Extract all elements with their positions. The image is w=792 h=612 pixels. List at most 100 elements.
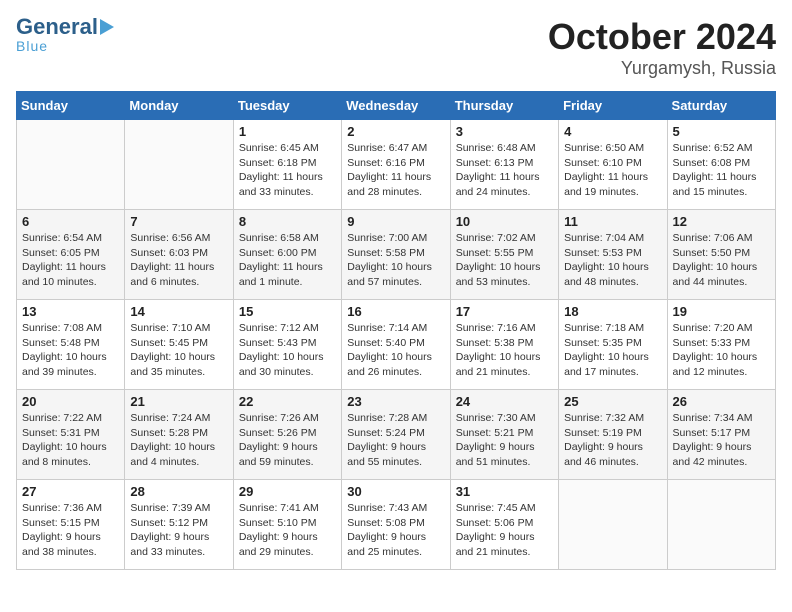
- logo-text-blue: Blue: [16, 38, 48, 54]
- logo-text-general: General: [16, 16, 98, 38]
- header-tuesday: Tuesday: [233, 92, 341, 120]
- page-header: General Blue October 2024 Yurgamysh, Rus…: [16, 16, 776, 79]
- table-row: 3Sunrise: 6:48 AM Sunset: 6:13 PM Daylig…: [450, 120, 558, 210]
- header-wednesday: Wednesday: [342, 92, 450, 120]
- day-detail: Sunrise: 7:00 AM Sunset: 5:58 PM Dayligh…: [347, 231, 444, 290]
- day-detail: Sunrise: 7:22 AM Sunset: 5:31 PM Dayligh…: [22, 411, 119, 470]
- day-number: 8: [239, 214, 336, 229]
- header-friday: Friday: [559, 92, 667, 120]
- table-row: 11Sunrise: 7:04 AM Sunset: 5:53 PM Dayli…: [559, 210, 667, 300]
- day-number: 18: [564, 304, 661, 319]
- table-row: 14 Sunrise: 7:10 AM Sunset: 5:45 PM Dayli…: [125, 300, 233, 390]
- day-number: 5: [673, 124, 770, 139]
- day-detail: Sunrise: 7:08 AM Sunset: 5:48 PM Dayligh…: [22, 321, 119, 380]
- logo: General Blue: [16, 16, 114, 54]
- day-detail: Sunrise: 6:54 AM Sunset: 6:05 PM Dayligh…: [22, 231, 119, 290]
- day-detail: Sunrise: 7:02 AM Sunset: 5:55 PM Dayligh…: [456, 231, 553, 290]
- day-detail: Sunrise: 6:52 AM Sunset: 6:08 PM Dayligh…: [673, 141, 770, 200]
- day-detail: Sunrise: 7:28 AM Sunset: 5:24 PM Dayligh…: [347, 411, 444, 470]
- day-detail: Sunrise: 7:30 AM Sunset: 5:21 PM Dayligh…: [456, 411, 553, 470]
- table-row: 5 Sunrise: 6:52 AM Sunset: 6:08 PM Daylig…: [667, 120, 775, 210]
- table-row: 4 Sunrise: 6:50 AM Sunset: 6:10 PM Daylig…: [559, 120, 667, 210]
- day-number: 16: [347, 304, 444, 319]
- day-detail: Sunrise: 7:36 AM Sunset: 5:15 PM Dayligh…: [22, 501, 119, 560]
- table-row: 27 Sunrise: 7:36 AM Sunset: 5:15 PM Dayli…: [17, 480, 125, 570]
- table-row: [125, 120, 233, 210]
- day-number: 23: [347, 394, 444, 409]
- header-saturday: Saturday: [667, 92, 775, 120]
- table-row: 8 Sunrise: 6:58 AM Sunset: 6:00 PM Daylig…: [233, 210, 341, 300]
- day-number: 3: [456, 124, 553, 139]
- day-number: 27: [22, 484, 119, 499]
- day-number: 12: [673, 214, 770, 229]
- day-number: 4: [564, 124, 661, 139]
- day-number: 2: [347, 124, 444, 139]
- table-row: 20Sunrise: 7:22 AM Sunset: 5:31 PM Dayli…: [17, 390, 125, 480]
- table-row: 22 Sunrise: 7:26 AM Sunset: 5:26 PM Dayli…: [233, 390, 341, 480]
- calendar-table: Sunday Monday Tuesday Wednesday Thursday…: [16, 91, 776, 570]
- table-row: 16 Sunrise: 7:14 AM Sunset: 5:40 PM Dayli…: [342, 300, 450, 390]
- day-detail: Sunrise: 6:47 AM Sunset: 6:16 PM Dayligh…: [347, 141, 444, 200]
- day-detail: Sunrise: 6:45 AM Sunset: 6:18 PM Dayligh…: [239, 141, 336, 200]
- day-detail: Sunrise: 7:18 AM Sunset: 5:35 PM Dayligh…: [564, 321, 661, 380]
- table-row: 13 Sunrise: 7:08 AM Sunset: 5:48 PM Dayli…: [17, 300, 125, 390]
- table-row: [17, 120, 125, 210]
- table-row: [559, 480, 667, 570]
- header-sunday: Sunday: [17, 92, 125, 120]
- day-number: 15: [239, 304, 336, 319]
- table-row: 29 Sunrise: 7:41 AM Sunset: 5:10 PM Dayli…: [233, 480, 341, 570]
- day-detail: Sunrise: 7:43 AM Sunset: 5:08 PM Dayligh…: [347, 501, 444, 560]
- day-number: 22: [239, 394, 336, 409]
- day-detail: Sunrise: 7:26 AM Sunset: 5:26 PM Dayligh…: [239, 411, 336, 470]
- day-number: 9: [347, 214, 444, 229]
- day-detail: Sunrise: 7:04 AM Sunset: 5:53 PM Dayligh…: [564, 231, 661, 290]
- day-number: 19: [673, 304, 770, 319]
- day-number: 25: [564, 394, 661, 409]
- day-number: 29: [239, 484, 336, 499]
- calendar-week-row: 6 Sunrise: 6:54 AM Sunset: 6:05 PM Daylig…: [17, 210, 776, 300]
- day-detail: Sunrise: 7:45 AM Sunset: 5:06 PM Dayligh…: [456, 501, 553, 560]
- table-row: 2 Sunrise: 6:47 AM Sunset: 6:16 PM Daylig…: [342, 120, 450, 210]
- table-row: 24 Sunrise: 7:30 AM Sunset: 5:21 PM Dayli…: [450, 390, 558, 480]
- table-row: 7 Sunrise: 6:56 AM Sunset: 6:03 PM Daylig…: [125, 210, 233, 300]
- day-detail: Sunrise: 7:24 AM Sunset: 5:28 PM Dayligh…: [130, 411, 227, 470]
- table-row: 28 Sunrise: 7:39 AM Sunset: 5:12 PM Dayli…: [125, 480, 233, 570]
- day-number: 6: [22, 214, 119, 229]
- day-detail: Sunrise: 7:39 AM Sunset: 5:12 PM Dayligh…: [130, 501, 227, 560]
- table-row: 9 Sunrise: 7:00 AM Sunset: 5:58 PM Daylig…: [342, 210, 450, 300]
- header-thursday: Thursday: [450, 92, 558, 120]
- calendar-week-row: 13 Sunrise: 7:08 AM Sunset: 5:48 PM Dayli…: [17, 300, 776, 390]
- day-detail: Sunrise: 6:58 AM Sunset: 6:00 PM Dayligh…: [239, 231, 336, 290]
- day-number: 28: [130, 484, 227, 499]
- table-row: 31 Sunrise: 7:45 AM Sunset: 5:06 PM Dayli…: [450, 480, 558, 570]
- day-detail: Sunrise: 7:41 AM Sunset: 5:10 PM Dayligh…: [239, 501, 336, 560]
- day-number: 17: [456, 304, 553, 319]
- day-number: 7: [130, 214, 227, 229]
- day-detail: Sunrise: 7:16 AM Sunset: 5:38 PM Dayligh…: [456, 321, 553, 380]
- day-detail: Sunrise: 7:32 AM Sunset: 5:19 PM Dayligh…: [564, 411, 661, 470]
- day-number: 10: [456, 214, 553, 229]
- table-row: 15Sunrise: 7:12 AM Sunset: 5:43 PM Dayli…: [233, 300, 341, 390]
- day-number: 31: [456, 484, 553, 499]
- day-detail: Sunrise: 6:56 AM Sunset: 6:03 PM Dayligh…: [130, 231, 227, 290]
- day-number: 14: [130, 304, 227, 319]
- day-detail: Sunrise: 7:10 AM Sunset: 5:45 PM Dayligh…: [130, 321, 227, 380]
- table-row: [667, 480, 775, 570]
- calendar-location: Yurgamysh, Russia: [548, 58, 776, 79]
- table-row: 25 Sunrise: 7:32 AM Sunset: 5:19 PM Dayli…: [559, 390, 667, 480]
- day-number: 13: [22, 304, 119, 319]
- day-number: 1: [239, 124, 336, 139]
- calendar-month-title: October 2024: [548, 16, 776, 58]
- table-row: 10 Sunrise: 7:02 AM Sunset: 5:55 PM Dayli…: [450, 210, 558, 300]
- day-detail: Sunrise: 6:50 AM Sunset: 6:10 PM Dayligh…: [564, 141, 661, 200]
- day-number: 24: [456, 394, 553, 409]
- day-number: 30: [347, 484, 444, 499]
- table-row: 17 Sunrise: 7:16 AM Sunset: 5:38 PM Dayli…: [450, 300, 558, 390]
- table-row: 26Sunrise: 7:34 AM Sunset: 5:17 PM Dayli…: [667, 390, 775, 480]
- table-row: 30 Sunrise: 7:43 AM Sunset: 5:08 PM Dayli…: [342, 480, 450, 570]
- day-detail: Sunrise: 7:14 AM Sunset: 5:40 PM Dayligh…: [347, 321, 444, 380]
- title-block: October 2024 Yurgamysh, Russia: [548, 16, 776, 79]
- table-row: 6 Sunrise: 6:54 AM Sunset: 6:05 PM Daylig…: [17, 210, 125, 300]
- logo-arrow-icon: [100, 19, 114, 35]
- header-monday: Monday: [125, 92, 233, 120]
